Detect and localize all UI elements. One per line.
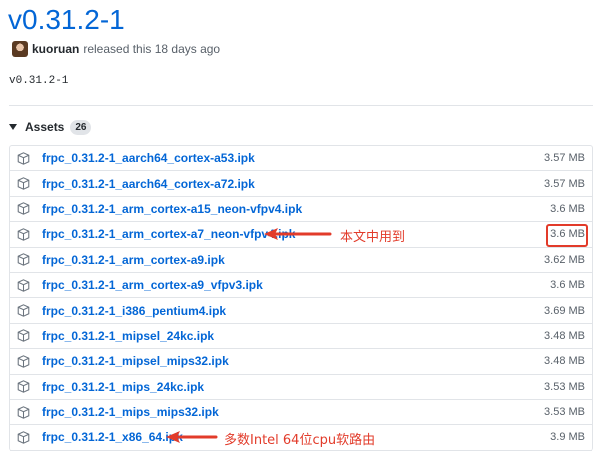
author-link[interactable]: kuoruan: [32, 42, 79, 56]
release-title[interactable]: v0.31.2-1: [8, 2, 125, 38]
asset-size: 3.48 MB: [544, 355, 585, 368]
avatar[interactable]: [12, 41, 28, 57]
release-body-text: v0.31.2-1: [9, 75, 69, 87]
annotation-used-in-article: 本文中用到: [340, 230, 406, 245]
annotation-x86-note: 多数Intel 64位cpu软路由: [224, 433, 376, 448]
asset-download-link[interactable]: frpc_0.31.2-1_arm_cortex-a9.ipk: [42, 253, 225, 267]
asset-size: 3.62 MB: [544, 253, 585, 266]
assets-list: frpc_0.31.2-1_aarch64_cortex-a53.ipk 3.57…: [9, 145, 593, 451]
package-icon: [17, 304, 30, 317]
asset-row: frpc_0.31.2-1_mipsel_mips32.ipk 3.48 MB: [10, 349, 592, 375]
asset-size: 3.57 MB: [544, 177, 585, 190]
assets-toggle[interactable]: Assets 26: [9, 119, 92, 135]
asset-download-link[interactable]: frpc_0.31.2-1_x86_64.ipk: [42, 430, 183, 444]
asset-row: frpc_0.31.2-1_aarch64_cortex-a53.ipk 3.57…: [10, 146, 592, 172]
asset-row: frpc_0.31.2-1_arm_cortex-a15_neon-vfpv4.…: [10, 197, 592, 223]
asset-row: frpc_0.31.2-1_mips_mips32.ipk 3.53 MB: [10, 400, 592, 426]
package-icon: [17, 355, 30, 368]
package-icon: [17, 405, 30, 419]
package-icon: [17, 278, 30, 292]
package-icon: [17, 253, 30, 267]
arrow-to-x86-icon: [166, 431, 218, 443]
asset-row: frpc_0.31.2-1_mips_24kc.ipk 3.53 MB: [10, 375, 592, 400]
asset-row: frpc_0.31.2-1_i386_pentium4.ipk 3.69 MB: [10, 298, 592, 324]
asset-download-link[interactable]: frpc_0.31.2-1_arm_cortex-a7_neon-vfpv4.i…: [42, 227, 295, 241]
arrow-to-a7-icon: [264, 228, 332, 240]
asset-size: 3.6 MB: [550, 202, 585, 215]
asset-size: 3.53 MB: [544, 380, 585, 393]
asset-size: 3.9 MB: [550, 431, 585, 444]
asset-download-link[interactable]: frpc_0.31.2-1_i386_pentium4.ipk: [42, 304, 226, 318]
asset-row: frpc_0.31.2-1_arm_cortex-a9.ipk 3.62 MB: [10, 248, 592, 273]
release-meta: kuoruan released this 18 days ago: [12, 40, 220, 58]
package-icon: [17, 228, 30, 241]
asset-size: 3.48 MB: [544, 329, 585, 342]
release-meta-text: released this 18 days ago: [83, 42, 221, 56]
asset-size: 3.69 MB: [544, 304, 585, 317]
asset-download-link[interactable]: frpc_0.31.2-1_mipsel_24kc.ipk: [42, 329, 214, 343]
asset-download-link[interactable]: frpc_0.31.2-1_aarch64_cortex-a72.ipk: [42, 177, 255, 191]
package-icon: [17, 151, 30, 165]
asset-row: frpc_0.31.2-1_arm_cortex-a9_vfpv3.ipk 3.6…: [10, 273, 592, 299]
asset-download-link[interactable]: frpc_0.31.2-1_mipsel_mips32.ipk: [42, 354, 229, 368]
package-icon: [17, 329, 30, 343]
asset-download-link[interactable]: frpc_0.31.2-1_arm_cortex-a15_neon-vfpv4.…: [42, 202, 302, 216]
package-icon: [17, 431, 30, 444]
asset-download-link[interactable]: frpc_0.31.2-1_mips_mips32.ipk: [42, 405, 219, 419]
asset-download-link[interactable]: frpc_0.31.2-1_aarch64_cortex-a53.ipk: [42, 151, 255, 165]
asset-size: 3.53 MB: [544, 406, 585, 419]
package-icon: [17, 380, 30, 393]
package-icon: [17, 202, 30, 216]
assets-label: Assets: [25, 120, 65, 134]
asset-row: frpc_0.31.2-1_aarch64_cortex-a72.ipk 3.57…: [10, 171, 592, 197]
assets-count-badge: 26: [70, 119, 92, 135]
release-page: v0.31.2-1 kuoruan released this 18 days …: [0, 0, 600, 454]
asset-size: 3.57 MB: [544, 152, 585, 165]
size-highlight-box: [546, 224, 588, 247]
asset-size: 3.6 MB: [550, 279, 585, 292]
package-icon: [17, 177, 30, 190]
asset-download-link[interactable]: frpc_0.31.2-1_arm_cortex-a9_vfpv3.ipk: [42, 278, 263, 292]
caret-down-icon: [9, 124, 17, 130]
asset-row: frpc_0.31.2-1_mipsel_24kc.ipk 3.48 MB: [10, 324, 592, 350]
divider: [9, 105, 593, 106]
asset-download-link[interactable]: frpc_0.31.2-1_mips_24kc.ipk: [42, 380, 204, 394]
